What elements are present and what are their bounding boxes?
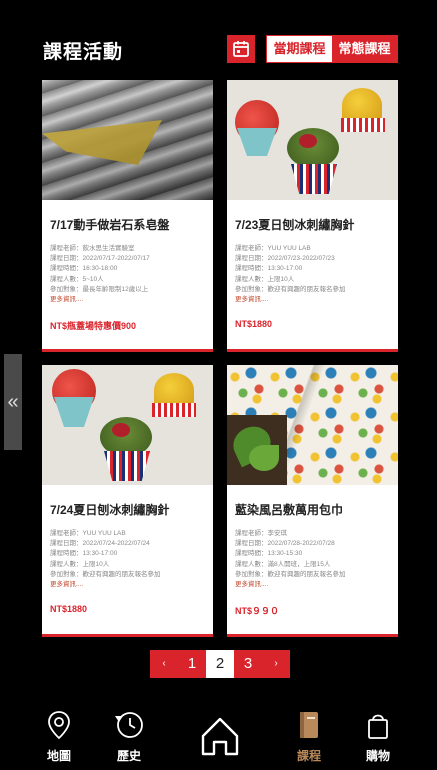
home-icon [201, 717, 239, 756]
course-info: 課程老師：YUU YUU LAB 課程日期：2022/07/24-2022/07… [50, 529, 213, 590]
course-time: 課程時間：13:30-17:00 [50, 550, 118, 558]
tab-current-courses[interactable]: 當期課程 [267, 36, 332, 62]
course-card[interactable]: 藍染風呂敷萬用包巾 課程老師：李安琪 課程日期：2022/07/28-2022/… [227, 365, 398, 637]
course-time: 課程時間：13:30-15:30 [235, 550, 303, 558]
course-date: 課程日期：2022/07/17-2022/07/17 [50, 255, 150, 263]
course-date: 課程日期：2022/07/28-2022/07/28 [235, 540, 335, 548]
more-info-link[interactable]: 更多資訊.... [50, 295, 213, 305]
course-time: 課程時間：13:30-17:00 [235, 265, 303, 273]
course-teacher: 課程老師：YUU YUU LAB [235, 245, 311, 252]
course-title: 7/17動手做岩石系皂盤 [50, 218, 170, 232]
course-image [42, 80, 213, 200]
more-info-link[interactable]: 更多資訊.... [235, 580, 398, 590]
course-capacity: 課程人數：5~10人 [50, 275, 104, 283]
prev-page-button[interactable]: ‹ [150, 650, 178, 678]
course-audience: 參加對象：最長年齡限制12歲以上 [50, 285, 149, 293]
course-title: 藍染風呂敷萬用包巾 [235, 503, 344, 517]
course-teacher: 課程老師：飲水思生活實驗室 [50, 245, 135, 252]
calendar-icon [233, 41, 249, 57]
more-info-link[interactable]: 更多資訊.... [235, 295, 398, 305]
nav-item-shop[interactable]: 購物 [353, 710, 403, 764]
course-image [227, 80, 398, 200]
course-price: NT$瓶蓋場特惠價900 [50, 321, 137, 331]
course-price: NT$1880 [235, 319, 273, 329]
next-page-button[interactable]: › [262, 650, 290, 678]
nav-item-courses[interactable]: 課程 [284, 710, 334, 764]
course-time: 課程時間：16:30-18:00 [50, 265, 118, 273]
course-image [227, 365, 398, 485]
page-button-1[interactable]: 1 [178, 650, 206, 678]
course-price: NT$1880 [50, 604, 88, 614]
course-info: 課程老師：李安琪 課程日期：2022/07/28-2022/07/28 課程時間… [235, 529, 398, 590]
page-title: 課程活動 [43, 42, 124, 63]
nav-item-home[interactable] [195, 714, 245, 765]
side-drawer-toggle[interactable]: « [4, 354, 22, 450]
course-audience: 參加對象：歡迎有興趣的朋友報名參加 [235, 570, 346, 578]
course-title: 7/23夏日刨冰刺繡胸針 [235, 218, 355, 232]
shopping-bag-icon [368, 714, 388, 739]
book-icon [300, 712, 318, 738]
page-button-3[interactable]: 3 [234, 650, 262, 678]
tab-regular-courses[interactable]: 常態課程 [332, 36, 397, 62]
nav-item-history[interactable]: 歷史 [104, 710, 154, 764]
nav-label-shop: 購物 [365, 749, 390, 763]
course-teacher: 課程老師：YUU YUU LAB [50, 530, 126, 537]
course-date: 課程日期：2022/07/23-2022/07/23 [235, 255, 335, 263]
calendar-button[interactable] [227, 35, 255, 63]
course-type-tabs: 當期課程 常態課程 [266, 35, 398, 63]
course-capacity: 課程人數：滿8人開班，上限15人 [235, 560, 331, 568]
course-date: 課程日期：2022/07/24-2022/07/24 [50, 540, 150, 548]
course-capacity: 課程人數：上限10人 [50, 560, 110, 568]
nav-item-map[interactable]: 地圖 [34, 710, 84, 764]
course-teacher: 課程老師：李安琪 [235, 530, 287, 537]
map-pin-icon [48, 711, 70, 740]
nav-label-history: 歷史 [116, 749, 141, 763]
course-card[interactable]: 7/24夏日刨冰刺繡胸針 課程老師：YUU YUU LAB 課程日期：2022/… [42, 365, 213, 637]
course-card[interactable]: 7/23夏日刨冰刺繡胸針 課程老師：YUU YUU LAB 課程日期：2022/… [227, 80, 398, 352]
course-audience: 參加對象：歡迎有興趣的朋友報名參加 [235, 285, 346, 293]
nav-label-map: 地圖 [46, 749, 71, 763]
course-title: 7/24夏日刨冰刺繡胸針 [50, 503, 170, 517]
course-card[interactable]: 7/17動手做岩石系皂盤 課程老師：飲水思生活實驗室 課程日期：2022/07/… [42, 80, 213, 352]
pagination: ‹ 1 2 3 › [150, 650, 290, 678]
history-clock-icon [115, 712, 143, 738]
course-capacity: 課程人數：上限10人 [235, 275, 295, 283]
more-info-link[interactable]: 更多資訊.... [50, 580, 213, 590]
header: 課程活動 當期課程 常態課程 [0, 0, 437, 80]
course-audience: 參加對象：歡迎有興趣的朋友報名參加 [50, 570, 161, 578]
course-info: 課程老師：YUU YUU LAB 課程日期：2022/07/23-2022/07… [235, 244, 398, 305]
nav-label-courses: 課程 [296, 749, 321, 763]
page-button-2[interactable]: 2 [206, 650, 234, 678]
course-price: NT$９９０ [235, 606, 280, 616]
course-image [42, 365, 213, 485]
course-info: 課程老師：飲水思生活實驗室 課程日期：2022/07/17-2022/07/17… [50, 244, 213, 305]
bottom-nav: 地圖 歷史 課程 購物 [0, 700, 437, 770]
